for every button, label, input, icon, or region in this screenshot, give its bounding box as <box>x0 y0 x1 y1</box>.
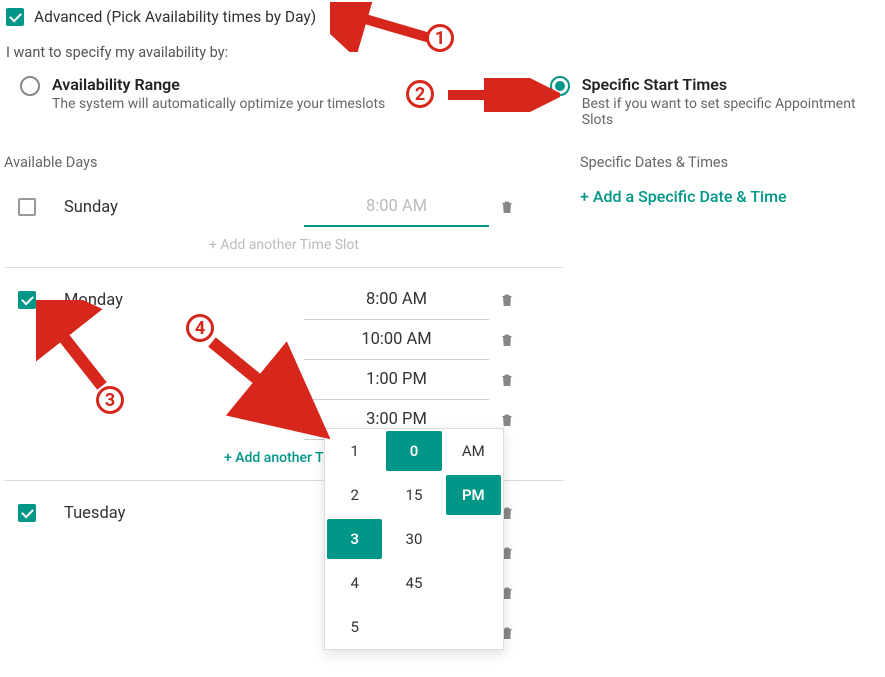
radio-range-title: Availability Range <box>52 75 385 94</box>
radio-specific-title: Specific Start Times <box>582 75 881 94</box>
trash-icon[interactable] <box>499 371 515 389</box>
specify-label: I want to specify my availability by: <box>4 44 881 61</box>
add-time-slot-button: + Add another Time Slot <box>4 227 564 257</box>
specific-dates-header: Specific Dates & Times <box>580 154 787 171</box>
trash-icon[interactable] <box>499 198 515 216</box>
picker-hour-option[interactable]: 3 <box>327 519 382 559</box>
day-label-sunday: Sunday <box>64 198 304 217</box>
picker-hour-option[interactable]: 5 <box>327 607 382 647</box>
day-label-tuesday: Tuesday <box>64 504 304 523</box>
time-slot-input[interactable]: 8:00 AM <box>304 187 489 227</box>
picker-minute-option[interactable]: 30 <box>386 519 441 559</box>
radio-specific-start-times[interactable]: Specific Start Times Best if you want to… <box>550 75 881 128</box>
radio-specific-sub: Best if you want to set specific Appoint… <box>582 96 881 128</box>
advanced-label: Advanced (Pick Availability times by Day… <box>34 8 316 26</box>
trash-icon[interactable] <box>499 291 515 309</box>
radio-circle-icon <box>550 76 570 96</box>
picker-ampm-option[interactable]: PM <box>446 475 501 515</box>
day-checkbox-tuesday[interactable] <box>18 504 36 522</box>
picker-minute-option[interactable]: 0 <box>386 431 441 471</box>
time-slot-input[interactable]: 10:00 AM <box>304 320 489 360</box>
radio-circle-icon <box>20 76 40 96</box>
picker-hour-option[interactable]: 2 <box>327 475 382 515</box>
picker-hour-option[interactable]: 1 <box>327 431 382 471</box>
time-slot-input[interactable]: 1:00 PM <box>304 360 489 400</box>
time-picker-dropdown[interactable]: 1 2 3 4 5 0 15 30 45 AM PM <box>324 428 504 650</box>
radio-availability-range[interactable]: Availability Range The system will autom… <box>20 75 550 128</box>
picker-minute-option[interactable]: 45 <box>386 563 441 603</box>
picker-hour-option[interactable]: 4 <box>327 563 382 603</box>
trash-icon[interactable] <box>499 411 515 429</box>
advanced-checkbox[interactable] <box>6 8 24 26</box>
radio-range-sub: The system will automatically optimize y… <box>52 96 385 112</box>
day-checkbox-sunday[interactable] <box>18 198 36 216</box>
available-days-header: Available Days <box>4 154 564 171</box>
picker-minute-option[interactable]: 15 <box>386 475 441 515</box>
day-label-monday: Monday <box>64 291 304 310</box>
day-checkbox-monday[interactable] <box>18 291 36 309</box>
time-slot-input[interactable]: 8:00 AM <box>304 280 489 320</box>
picker-ampm-option[interactable]: AM <box>446 431 501 471</box>
add-specific-date-button[interactable]: + Add a Specific Date & Time <box>580 187 787 206</box>
trash-icon[interactable] <box>499 331 515 349</box>
